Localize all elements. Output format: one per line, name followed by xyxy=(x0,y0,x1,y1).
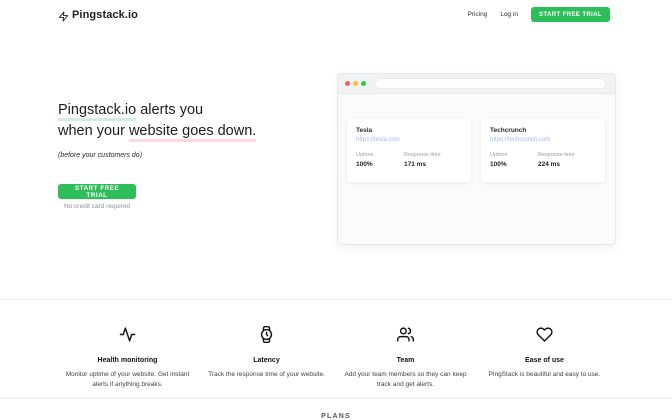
feature-latency: Latency Track the response time of your … xyxy=(197,326,336,390)
site-stats: Uptime 100% Response time 224 ms xyxy=(490,152,596,168)
feature-description: Track the response time of your website. xyxy=(204,370,329,380)
hero-highlight-down: website goes down. xyxy=(129,123,256,142)
header: Pingstack.io Pricing Log in START FREE T… xyxy=(0,0,672,29)
hero-heading-line2: when your website goes down. xyxy=(58,121,256,142)
uptime-stat: Uptime 100% xyxy=(490,152,538,168)
monitor-card-techcrunch: Techcrunch https://techcrunch.com Uptime… xyxy=(481,119,605,182)
feature-description: PingStack is beautiful and easy to use. xyxy=(482,370,607,380)
hero-heading: Pingstack.io alerts you when your websit… xyxy=(58,100,256,142)
features-row: Health monitoring Monitor uptime of your… xyxy=(58,326,614,390)
feature-health-monitoring: Health monitoring Monitor uptime of your… xyxy=(58,326,197,390)
response-stat: Response time 224 ms xyxy=(538,152,586,168)
response-value: 171 ms xyxy=(404,161,452,168)
feature-team: Team Add your team members so they can k… xyxy=(336,326,475,390)
nav-link-pricing[interactable]: Pricing xyxy=(467,11,487,18)
nav-link-login[interactable]: Log in xyxy=(500,11,518,18)
uptime-label: Uptime xyxy=(490,152,538,158)
response-value: 224 ms xyxy=(538,161,586,168)
uptime-value: 100% xyxy=(356,161,404,168)
header-start-trial-button[interactable]: START FREE TRIAL xyxy=(531,7,610,22)
site-name: Techcrunch xyxy=(490,127,596,134)
header-nav: Pricing Log in START FREE TRIAL xyxy=(467,7,610,22)
response-label: Response time xyxy=(538,152,586,158)
plans-divider xyxy=(0,398,672,399)
feature-description: Monitor uptime of your website. Get inst… xyxy=(65,370,190,390)
feature-title: Team xyxy=(343,357,468,364)
monitor-cards: Tesla https://tesla.com Uptime 100% Resp… xyxy=(347,119,605,182)
users-icon xyxy=(397,326,414,343)
watch-icon xyxy=(258,326,275,343)
hero-start-trial-button[interactable]: START FREE TRIAL xyxy=(58,184,136,199)
plans-section-label: PLANS xyxy=(0,413,672,420)
uptime-value: 100% xyxy=(490,161,538,168)
site-url: https://techcrunch.com xyxy=(490,137,596,143)
hero-line2-pre: when your xyxy=(58,123,129,139)
feature-ease-of-use: Ease of use PingStack is beautiful and e… xyxy=(475,326,614,390)
site-url: https://tesla.com xyxy=(356,137,462,143)
monitor-card-tesla: Tesla https://tesla.com Uptime 100% Resp… xyxy=(347,119,471,182)
window-dot-yellow-icon xyxy=(353,81,358,86)
brand-logo[interactable]: Pingstack.io xyxy=(58,9,138,21)
response-stat: Response time 171 ms xyxy=(404,152,452,168)
site-name: Tesla xyxy=(356,127,462,134)
browser-titlebar xyxy=(338,74,615,94)
feature-description: Add your team members so they can keep t… xyxy=(343,370,468,390)
window-dot-red-icon xyxy=(345,81,350,86)
zap-icon xyxy=(58,9,69,20)
hero-line1-rest: alerts you xyxy=(136,102,203,118)
feature-title: Ease of use xyxy=(482,357,607,364)
feature-title: Latency xyxy=(204,357,329,364)
hero-heading-line1: Pingstack.io alerts you xyxy=(58,100,256,121)
browser-mockup-window: Tesla https://tesla.com Uptime 100% Resp… xyxy=(337,73,616,245)
brand-name: Pingstack.io xyxy=(72,9,138,21)
hero-highlight-brand: Pingstack.io xyxy=(58,102,136,121)
heart-icon xyxy=(536,326,553,343)
uptime-label: Uptime xyxy=(356,152,404,158)
landing-page: Pingstack.io Pricing Log in START FREE T… xyxy=(0,0,672,420)
browser-address-bar xyxy=(375,78,606,89)
feature-title: Health monitoring xyxy=(65,357,190,364)
response-label: Response time xyxy=(404,152,452,158)
window-dot-green-icon xyxy=(361,81,366,86)
hero-cta-note: No credit card required xyxy=(58,203,136,210)
activity-icon xyxy=(119,326,136,343)
features-divider xyxy=(0,299,672,300)
site-stats: Uptime 100% Response time 171 ms xyxy=(356,152,462,168)
hero-subheading: (before your customers do) xyxy=(58,152,142,159)
uptime-stat: Uptime 100% xyxy=(356,152,404,168)
